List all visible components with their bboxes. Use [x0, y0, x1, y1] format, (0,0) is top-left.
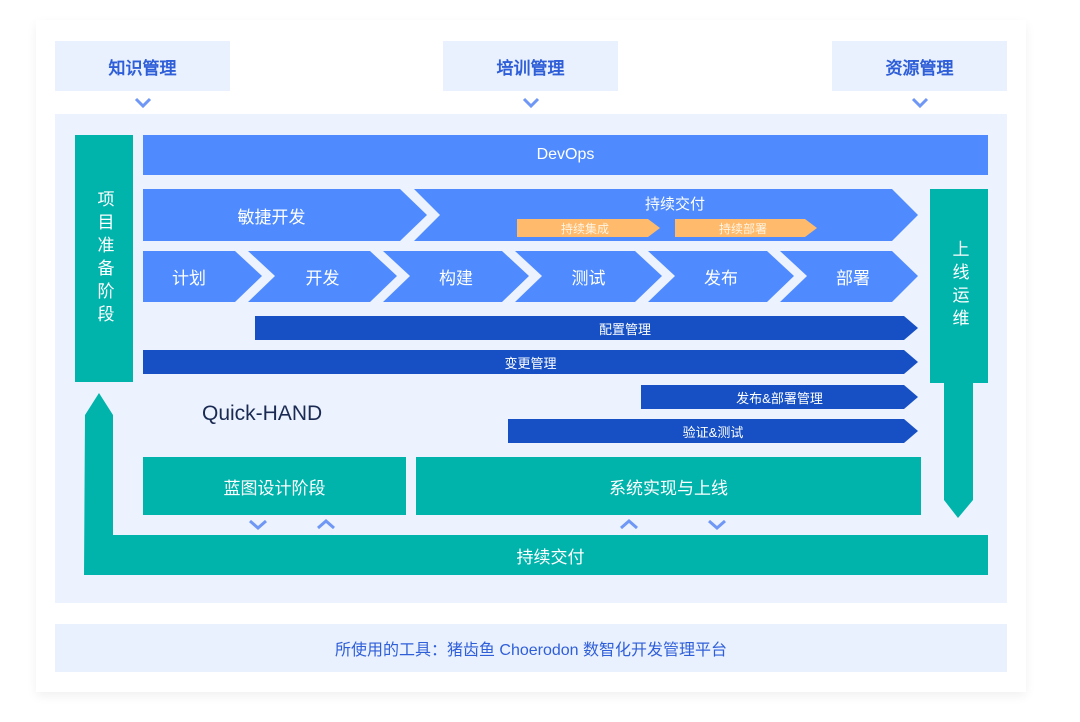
brand-title: Quick-HAND	[202, 402, 323, 425]
chevron-up-icon	[620, 519, 638, 530]
verification-testing-label: 验证&测试	[682, 424, 744, 440]
system-implementation-label: 系统实现与上线	[609, 478, 728, 498]
pipeline-step-release-label: 发布	[704, 269, 738, 288]
operations-phase-label: 上线运维	[949, 240, 969, 332]
continuous-delivery-top-label: 持续交付	[644, 195, 705, 213]
agile-development-label: 敏捷开发	[237, 207, 306, 227]
continuous-deployment-label: 持续部署	[718, 221, 767, 236]
pipeline-step-deploy-label: 部署	[836, 269, 870, 288]
chevron-up-icon	[317, 519, 335, 530]
pipeline-step-build-label: 构建	[439, 269, 473, 288]
release-deployment-management-label: 发布&部署管理	[736, 390, 823, 406]
chevron-down-icon	[249, 519, 267, 530]
continuous-delivery-bottom-label: 持续交付	[516, 547, 585, 567]
operations-phase: 上线运维	[930, 189, 988, 383]
pipeline-step-plan-label: 计划	[172, 269, 206, 288]
change-management-label: 变更管理	[504, 355, 557, 371]
blueprint-design-label: 蓝图设计阶段	[223, 478, 326, 498]
tools-footer-label: 所使用的工具：猪齿鱼 Choerodon 数智化开发管理平台	[334, 642, 728, 659]
continuous-integration-label: 持续集成	[560, 221, 609, 236]
blueprint-design-phase: 蓝图设计阶段	[143, 457, 406, 515]
system-implementation-phase: 系统实现与上线	[416, 457, 921, 515]
pipeline-step-develop-label: 开发	[305, 269, 340, 288]
configuration-management-label: 配置管理	[598, 321, 651, 337]
tools-footer: 所使用的工具：猪齿鱼 Choerodon 数智化开发管理平台	[55, 624, 1007, 672]
pipeline-step-test-label: 测试	[571, 269, 606, 288]
chevron-down-icon	[708, 519, 726, 530]
